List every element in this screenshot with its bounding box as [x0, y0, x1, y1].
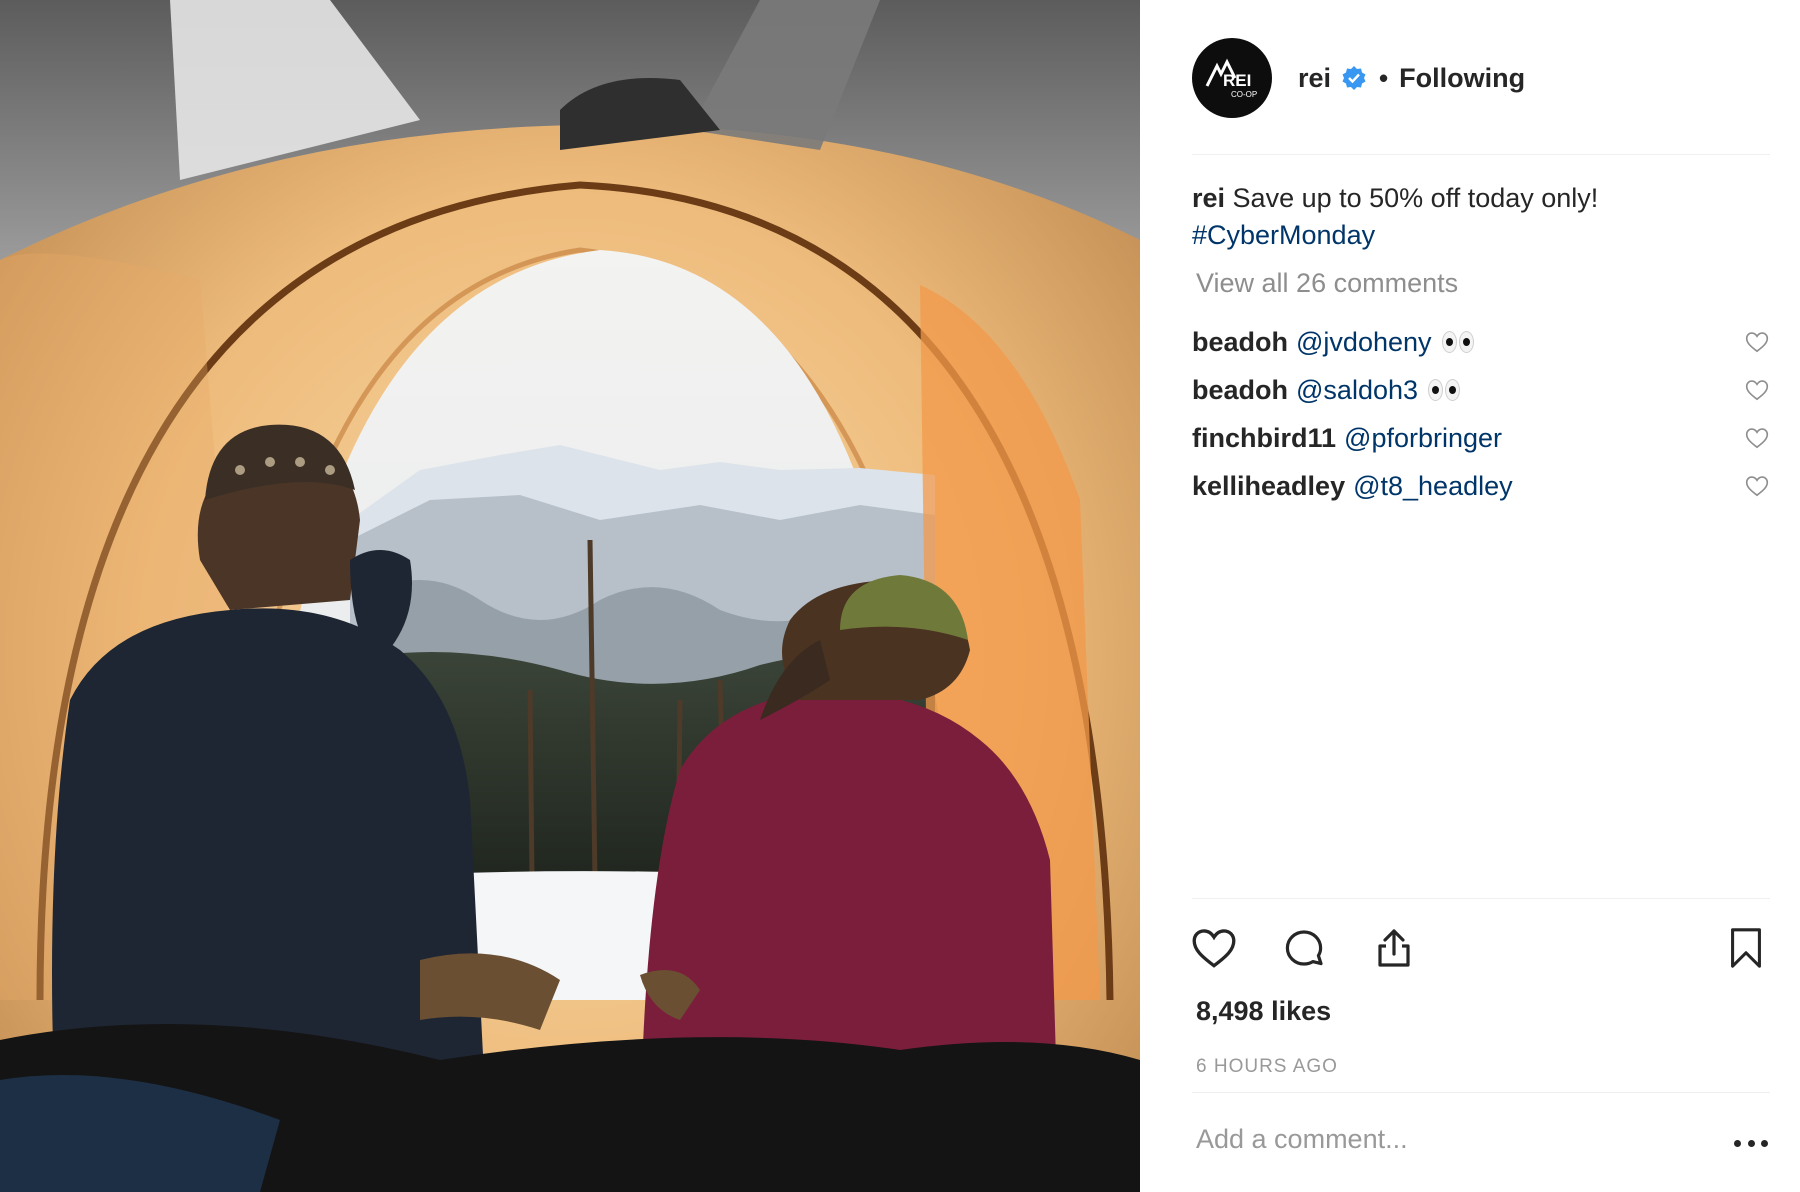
comment-username[interactable]: kelliheadley — [1192, 471, 1345, 502]
comment-username[interactable]: beadoh — [1192, 375, 1288, 406]
comment-username[interactable]: finchbird11 — [1192, 423, 1336, 454]
comment-like-heart-icon[interactable] — [1744, 329, 1770, 355]
comment-list: beadoh @jvdoheny beadoh @saldoh3 finchbi… — [1192, 318, 1770, 510]
like-button[interactable] — [1188, 922, 1240, 974]
share-button[interactable] — [1368, 922, 1420, 974]
eyes-emoji-icon — [1428, 379, 1461, 401]
heart-icon — [1192, 929, 1236, 968]
comment-username[interactable]: beadoh — [1192, 327, 1288, 358]
comment-mention[interactable]: @t8_headley — [1353, 471, 1513, 502]
view-all-comments-link[interactable]: View all 26 comments — [1196, 268, 1458, 299]
post-side-panel: REI CO-OP rei • Following rei Save up to… — [1140, 0, 1800, 1192]
divider — [1192, 898, 1770, 899]
avatar[interactable]: REI CO-OP — [1192, 38, 1272, 118]
like-count[interactable]: 8,498 likes — [1196, 996, 1331, 1027]
save-button[interactable] — [1720, 922, 1772, 974]
divider — [1192, 154, 1770, 155]
comment-row: beadoh @saldoh3 — [1192, 366, 1770, 414]
comment-like-heart-icon[interactable] — [1744, 377, 1770, 403]
comment-button[interactable] — [1278, 922, 1330, 974]
caption-username[interactable]: rei — [1192, 183, 1225, 213]
post-action-bar — [1192, 918, 1770, 978]
verified-badge-icon — [1342, 66, 1366, 90]
following-button[interactable]: Following — [1399, 63, 1525, 94]
more-options-icon[interactable] — [1734, 1140, 1768, 1150]
comment-like-heart-icon[interactable] — [1744, 473, 1770, 499]
svg-text:CO-OP: CO-OP — [1231, 90, 1257, 99]
header-separator: • — [1379, 62, 1389, 93]
post-caption: rei Save up to 50% off today only! #Cybe… — [1192, 180, 1760, 254]
post-timestamp[interactable]: 6 HOURS AGO — [1196, 1056, 1338, 1078]
comment-row: beadoh @jvdoheny — [1192, 318, 1770, 366]
post-author-username[interactable]: rei — [1298, 63, 1331, 94]
post-header: REI CO-OP rei • Following — [1192, 38, 1770, 118]
share-icon — [1378, 929, 1410, 967]
post-image[interactable] — [0, 0, 1140, 1192]
comment-mention[interactable]: @saldoh3 — [1296, 375, 1418, 406]
add-comment-input[interactable] — [1196, 1124, 1676, 1155]
comment-icon — [1285, 930, 1323, 966]
bookmark-icon — [1731, 928, 1761, 968]
comment-mention[interactable]: @jvdoheny — [1296, 327, 1432, 358]
svg-text:REI: REI — [1223, 71, 1251, 90]
comment-row: finchbird11 @pforbringer — [1192, 414, 1770, 462]
caption-text: Save up to 50% off today only! — [1232, 183, 1599, 213]
caption-hashtag[interactable]: #CyberMonday — [1192, 217, 1760, 254]
tent-photo — [0, 0, 1140, 1192]
rei-logo-icon: REI CO-OP — [1205, 58, 1257, 99]
comment-like-heart-icon[interactable] — [1744, 425, 1770, 451]
divider — [1192, 1092, 1770, 1093]
comment-mention[interactable]: @pforbringer — [1344, 423, 1502, 454]
eyes-emoji-icon — [1441, 331, 1474, 353]
comment-row: kelliheadley @t8_headley — [1192, 462, 1770, 510]
